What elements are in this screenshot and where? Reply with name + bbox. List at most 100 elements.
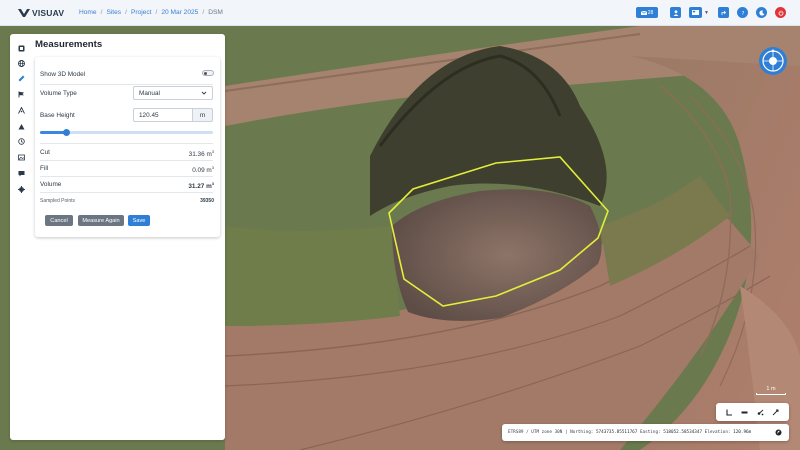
scale-line: [756, 393, 786, 395]
logo-text: VISUAV: [32, 7, 65, 18]
volume-value: 31.27 m3: [188, 181, 214, 190]
cut-value-text: 31.36 m: [188, 151, 212, 159]
history-icon[interactable]: [17, 137, 25, 145]
layers-icon[interactable]: [17, 44, 25, 52]
crosshair-icon[interactable]: [775, 429, 782, 436]
user-icon: [673, 9, 678, 16]
measurements-panel: Measurements Show 3D Model Volume Type M…: [10, 34, 225, 440]
easting-value: 518052.58534347: [663, 430, 703, 435]
sidebar-tools: [10, 34, 32, 440]
breadcrumb-date[interactable]: 20 Mar 2025: [161, 9, 198, 16]
mountain-icon[interactable]: [17, 122, 25, 130]
cut-value: 31.36 m3: [189, 149, 214, 158]
distance-tool-button[interactable]: [741, 403, 748, 421]
save-button[interactable]: Save: [128, 215, 150, 226]
mail-icon: [640, 10, 647, 15]
flag-icon[interactable]: [17, 90, 25, 98]
breadcrumb-separator: /: [125, 9, 127, 16]
fill-value: 0.09 m3: [192, 165, 214, 174]
breadcrumb: Home / Sites / Project / 20 Mar 2025 / D…: [79, 9, 223, 16]
measure-again-button[interactable]: Measure Again: [78, 215, 124, 226]
angle-icon: [726, 409, 733, 416]
fill-label: Fill: [40, 165, 49, 172]
cubic-exponent: 3: [211, 181, 214, 186]
flag-card-icon: [692, 10, 700, 15]
ruler-icon[interactable]: [17, 74, 25, 82]
moon-icon: [758, 9, 764, 16]
volume-card: Show 3D Model Volume Type Manual Base He…: [35, 57, 220, 237]
angle-tool-button[interactable]: [726, 403, 733, 421]
images-icon[interactable]: [17, 153, 25, 161]
help-icon: ?: [741, 11, 744, 16]
route-icon[interactable]: [17, 106, 25, 114]
breadcrumb-current: DSM: [208, 9, 223, 16]
fill-value-text: 0.09 m: [192, 167, 212, 175]
settings-icon[interactable]: [17, 185, 25, 193]
show-3d-toggle[interactable]: [202, 70, 214, 76]
node-icon: [757, 409, 764, 416]
divider: [40, 160, 213, 161]
map-tools: [716, 403, 789, 421]
divider: [40, 84, 213, 85]
volume-type-label: Volume Type: [40, 90, 77, 97]
slider-thumb[interactable]: [62, 129, 70, 136]
panel-title: Measurements: [35, 39, 103, 50]
sampled-points-value: 39350: [200, 198, 214, 204]
top-bar: VISUAV Home / Sites / Project / 20 Mar 2…: [0, 0, 800, 26]
logout-button[interactable]: [775, 7, 786, 18]
chat-icon[interactable]: [17, 169, 25, 177]
power-icon: [778, 10, 783, 16]
breadcrumb-home[interactable]: Home: [79, 9, 97, 16]
divider: [40, 192, 213, 193]
compass-icon: [762, 49, 784, 72]
divider: [40, 143, 213, 144]
base-height-slider[interactable]: [40, 129, 213, 136]
point-tool-button[interactable]: [757, 403, 764, 421]
easting-label: Easting:: [637, 430, 664, 435]
volume-value-text: 31.27 m: [188, 183, 212, 191]
breadcrumb-separator: /: [100, 9, 103, 16]
compass-button[interactable]: [759, 47, 787, 75]
cancel-button[interactable]: Cancel: [45, 215, 73, 226]
breadcrumb-project[interactable]: Project: [131, 9, 152, 16]
scale-label: 1 m: [766, 386, 776, 392]
cut-label: Cut: [40, 149, 50, 156]
chevron-down-icon: [201, 91, 207, 95]
clear-tool-button[interactable]: [772, 403, 779, 421]
northing-value: 5743735.85511767: [595, 430, 638, 435]
base-height-unit: m: [193, 108, 213, 122]
base-height-input[interactable]: 120.45: [133, 108, 193, 122]
breadcrumb-sites[interactable]: Sites: [106, 9, 121, 16]
user-button[interactable]: [670, 7, 682, 18]
share-button[interactable]: [718, 7, 729, 18]
svg-text:?: ?: [741, 11, 744, 16]
notifications-count: 28: [647, 9, 654, 16]
volume-type-value: Manual: [139, 90, 160, 97]
breadcrumb-separator: /: [202, 9, 205, 16]
globe-icon[interactable]: [17, 59, 25, 67]
help-button[interactable]: ?: [737, 7, 748, 18]
coords-prefix: ETRS89 / UTM zone 30N | Northing:: [508, 430, 596, 435]
notifications-button[interactable]: 28: [636, 7, 659, 18]
app-logo[interactable]: VISUAV: [18, 8, 68, 18]
cubic-exponent: 3: [211, 165, 214, 170]
chevron-down-icon[interactable]: ▼: [704, 10, 709, 16]
volume-type-select[interactable]: Manual: [133, 86, 213, 100]
language-button[interactable]: [689, 7, 703, 18]
line-icon: [741, 411, 748, 414]
breadcrumb-separator: /: [155, 9, 158, 16]
show-3d-label: Show 3D Model: [40, 71, 86, 78]
unit-label: m: [199, 112, 206, 119]
coordinates-readout: ETRS89 / UTM zone 30N | Northing: 574373…: [502, 424, 789, 441]
share-icon: [721, 10, 726, 15]
base-height-label: Base Height: [40, 112, 75, 119]
top-actions: 28 ▼ ?: [636, 7, 786, 18]
elevation-label: Elevation:: [702, 430, 734, 435]
cubic-exponent: 3: [211, 149, 214, 154]
base-height-value: 120.45: [139, 112, 159, 119]
divider: [40, 176, 213, 177]
logo-mark-icon: [18, 8, 30, 17]
theme-toggle-button[interactable]: [756, 7, 767, 18]
slash-icon: [772, 409, 779, 416]
elevation-value: 120.96m: [733, 430, 752, 435]
